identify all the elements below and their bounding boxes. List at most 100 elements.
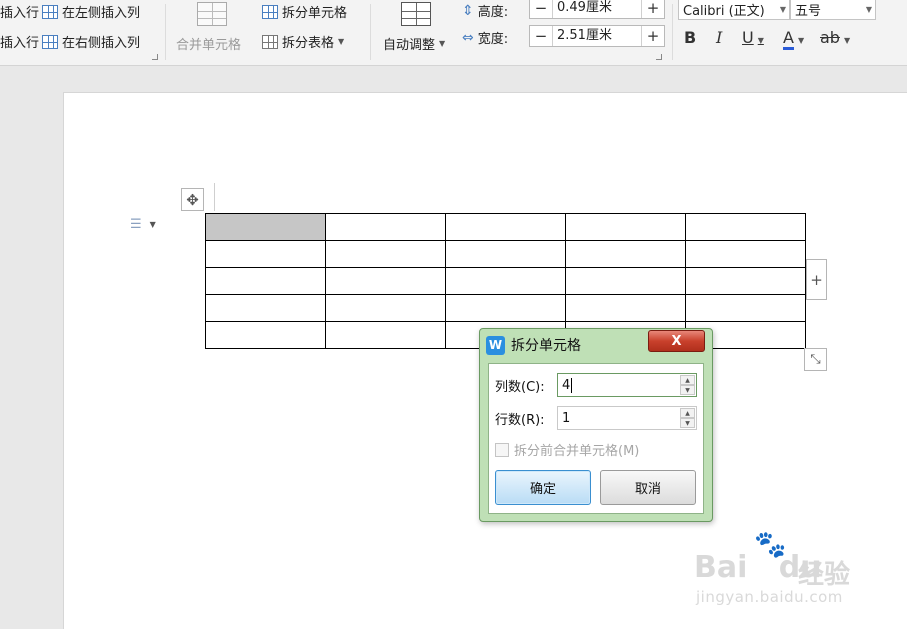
rows-stepper[interactable]: ▲ ▼ — [680, 408, 695, 428]
columns-down-icon[interactable]: ▼ — [680, 385, 695, 395]
merge-before-split-label: 拆分前合并单元格(M) — [514, 444, 640, 459]
height-label-text: 高度: — [477, 5, 509, 20]
italic-button[interactable]: I — [716, 28, 722, 47]
columns-stepper[interactable]: ▲ ▼ — [680, 375, 695, 395]
cell-size-launcher-icon[interactable] — [656, 54, 662, 60]
table-cell[interactable] — [685, 213, 806, 241]
rows-value: 1 — [562, 410, 571, 426]
insert-col-right-button[interactable]: 在右侧插入列 — [42, 32, 140, 51]
font-size-select[interactable]: 五号 ▼ — [790, 0, 876, 20]
merge-before-split-checkbox[interactable]: 拆分前合并单元格(M) — [495, 440, 639, 459]
width-value[interactable]: 2.51厘米 — [552, 26, 642, 46]
table-cell[interactable] — [325, 294, 446, 322]
table-cell[interactable] — [325, 213, 446, 241]
table-cell[interactable] — [205, 321, 326, 349]
table-resize-handle[interactable]: ⤡ — [804, 348, 827, 371]
table-row — [205, 294, 806, 322]
font-size-value: 五号 — [795, 3, 822, 19]
table-move-handle[interactable]: ✥ — [181, 188, 204, 211]
table-cell[interactable] — [565, 294, 686, 322]
add-column-button[interactable]: + — [806, 259, 827, 300]
paw-icon: 🐾 — [754, 530, 787, 560]
insert-row-above-button[interactable]: 插入行 — [0, 2, 39, 21]
table-cell[interactable] — [445, 240, 566, 268]
table-cell[interactable] — [205, 240, 326, 268]
table-cell[interactable] — [685, 240, 806, 268]
rows-cols-launcher-icon[interactable] — [152, 54, 158, 60]
ribbon-separator — [672, 4, 673, 60]
columns-input[interactable]: 4 ▲ ▼ — [557, 373, 697, 397]
split-table-icon — [262, 34, 278, 49]
highlight-button[interactable]: ab ▼ — [820, 28, 850, 47]
width-decrease-button[interactable]: − — [530, 26, 552, 46]
table-cell[interactable] — [445, 267, 566, 295]
table-cell[interactable] — [325, 321, 446, 349]
font-name-select[interactable]: Calibri (正文) ▼ — [678, 0, 790, 20]
ribbon-separator — [370, 4, 371, 60]
table-row — [205, 240, 806, 268]
insert-col-right-icon — [42, 34, 58, 49]
dialog-title-bar[interactable]: W 拆分单元格 — [486, 335, 581, 355]
columns-row: 列数(C): 4 ▲ ▼ — [495, 373, 697, 397]
split-table-button[interactable]: 拆分表格 ▼ — [262, 32, 344, 51]
table-cell[interactable] — [325, 267, 446, 295]
underline-button[interactable]: U ▼ — [742, 28, 764, 47]
watermark-url: jingyan.baidu.com — [696, 588, 843, 606]
table-cell[interactable] — [445, 213, 566, 241]
height-value[interactable]: 0.49厘米 — [552, 0, 642, 18]
ribbon-separator — [165, 4, 166, 60]
dialog-title: 拆分单元格 — [511, 338, 581, 354]
underline-glyph: U — [742, 28, 754, 47]
columns-up-icon[interactable]: ▲ — [680, 375, 695, 385]
text-cursor — [571, 377, 573, 393]
table-cell[interactable] — [565, 213, 686, 241]
cursor-guide-line — [214, 183, 215, 211]
bold-button[interactable]: B — [684, 28, 696, 47]
font-color-glyph: A — [783, 28, 794, 50]
font-name-value: Calibri (正文) — [683, 3, 765, 19]
cancel-button[interactable]: 取消 — [600, 470, 696, 505]
insert-col-right-label: 在右侧插入列 — [62, 36, 141, 51]
table-cell[interactable] — [205, 267, 326, 295]
close-button[interactable]: X — [648, 330, 705, 352]
width-spinner[interactable]: − 2.51厘米 + — [529, 25, 665, 47]
chevron-down-icon: ▼ — [797, 36, 805, 45]
rows-input[interactable]: 1 ▲ ▼ — [557, 406, 697, 430]
height-decrease-button[interactable]: − — [530, 0, 552, 18]
font-color-button[interactable]: A ▼ — [783, 28, 805, 50]
ok-button[interactable]: 确定 — [495, 470, 591, 505]
table-cell[interactable] — [205, 294, 326, 322]
width-increase-button[interactable]: + — [642, 26, 664, 46]
width-label-text: 宽度: — [477, 32, 509, 47]
height-label: ⇕ 高度: — [462, 1, 509, 21]
table-cell[interactable] — [325, 240, 446, 268]
baidu-jingyan-watermark: Bai du 🐾 经验 jingyan.baidu.com — [694, 530, 864, 610]
chevron-down-icon: ▼ — [865, 5, 872, 14]
paragraph-layout-button[interactable]: ☰ ▼ — [130, 217, 156, 232]
chevron-down-icon: ▼ — [439, 39, 446, 48]
rows-down-icon[interactable]: ▼ — [680, 418, 695, 428]
columns-label: 列数(C): — [495, 379, 545, 395]
table-cell[interactable] — [565, 267, 686, 295]
split-cells-button[interactable]: 拆分单元格 — [262, 2, 347, 21]
insert-row-below-button[interactable]: 插入行 — [0, 32, 39, 51]
highlight-glyph: ab — [820, 28, 840, 47]
ribbon-toolbar: 插入行 插入行 在左侧插入列 在右侧插入列 合并单元格 拆分单元格 拆分表格 ▼… — [0, 0, 907, 66]
insert-col-left-button[interactable]: 在左侧插入列 — [42, 2, 140, 21]
table-cell-selected[interactable] — [205, 213, 326, 241]
chevron-down-icon: ▼ — [149, 220, 156, 229]
chevron-down-icon: ▼ — [757, 36, 764, 45]
table-cell[interactable] — [565, 240, 686, 268]
height-increase-button[interactable]: + — [642, 0, 664, 18]
split-cells-icon — [262, 4, 278, 19]
table-cell[interactable] — [685, 267, 806, 295]
rows-up-icon[interactable]: ▲ — [680, 408, 695, 418]
move-icon: ✥ — [186, 190, 199, 209]
dialog-body: 列数(C): 4 ▲ ▼ 行数(R): 1 ▲ ▼ 拆分前合并单元格(M) 确定… — [488, 363, 704, 514]
rows-label: 行数(R): — [495, 412, 545, 428]
table-cell[interactable] — [445, 294, 566, 322]
table-cell[interactable] — [685, 294, 806, 322]
chevron-down-icon: ▼ — [779, 5, 786, 14]
split-table-label: 拆分表格 — [282, 36, 335, 51]
height-spinner[interactable]: − 0.49厘米 + — [529, 0, 665, 19]
